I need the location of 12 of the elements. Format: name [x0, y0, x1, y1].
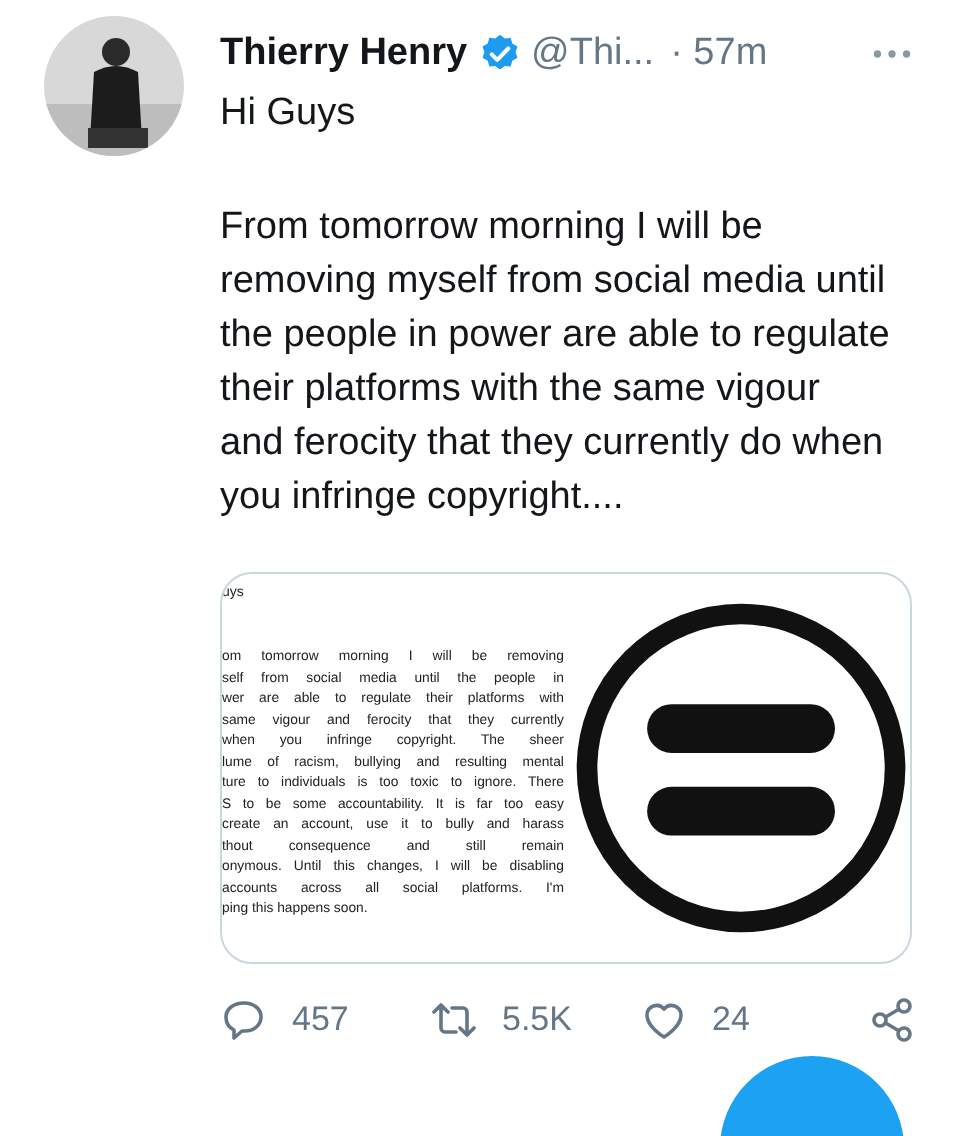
action-count: 5.5K: [502, 1000, 572, 1040]
share-icon[interactable]: [868, 996, 916, 1044]
action-count: 457: [292, 1000, 349, 1040]
tweet-text: From tomorrow morning I will be removing myself from social media until the people in power are able to regulate their platforms with the same vigour and ferocity that they currently do when you infringe copyright....: [220, 204, 892, 522]
reply-icon[interactable]: [220, 996, 268, 1044]
attached-image[interactable]: [220, 572, 912, 964]
more-icon[interactable]: [872, 48, 912, 60]
author-name[interactable]: Thierry Henry: [220, 32, 468, 76]
post-time: · 57m: [670, 32, 768, 76]
author-handle[interactable]: @Thi...: [531, 32, 655, 76]
action-count: 24: [712, 1000, 750, 1040]
tweet-text: Hi Guys: [220, 90, 358, 138]
